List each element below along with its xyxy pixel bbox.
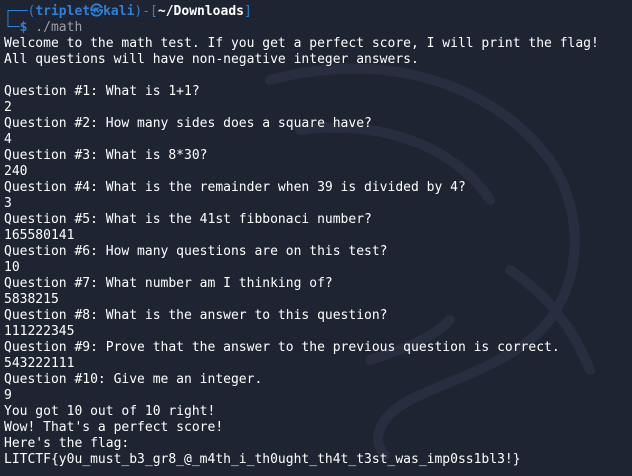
output-line: All questions will have non-negative int… [4,52,419,67]
prompt-bracket-end: ] [243,4,252,19]
output-line: Question #5: What is the 41st fibbonaci … [4,212,372,227]
output-line: Welcome to the math test. If you get a p… [4,36,599,51]
output-line: Question #6: How many questions are on t… [4,244,388,259]
terminal-window[interactable]: ┌──(triplet㉿kali)-[~/Downloads] └─$ ./ma… [0,0,632,476]
output-line: Question #4: What is the remainder when … [4,180,466,195]
prompt-separator: )-[ [134,4,158,19]
output-line: Wow! That's a perfect score! [4,420,224,435]
prompt-box-top-left: ┌──( [4,4,36,19]
output-line-blank [4,68,632,84]
terminal-output: ┌──(triplet㉿kali)-[~/Downloads] └─$ ./ma… [4,4,632,468]
output-line: Question #2: How many sides does a squar… [4,116,372,131]
output-line: You got 10 out of 10 right! [4,404,216,419]
output-line: 165580141 [4,228,75,243]
prompt-path: ~/Downloads [157,4,244,19]
prompt-line-1: ┌──(triplet㉿kali)-[~/Downloads] [4,4,632,20]
output-line: 5838215 [4,292,59,307]
output-line: 10 [4,260,20,275]
command-text: ./math [27,20,83,35]
output-line: Question #3: What is 8*30? [4,148,208,163]
output-line: Question #8: What is the answer to this … [4,308,388,323]
flag-line: LITCTF{y0u_must_b3_gr8_@_m4th_i_th0ught_… [4,452,521,467]
prompt-user-host: triplet㉿kali [35,4,135,19]
output-line: Here's the flag: [4,436,130,451]
output-line: Question #7: What number am I thinking o… [4,276,333,291]
output-line: Question #10: Give me an integer. [4,372,263,387]
output-line: 240 [4,164,28,179]
output-line: 3 [4,196,12,211]
prompt-line-2: └─$ ./math [4,20,632,36]
output-line: 543222111 [4,356,75,371]
output-line: 2 [4,100,12,115]
output-line: Question #9: Prove that the answer to th… [4,340,560,355]
prompt-box-bottom: └─ [4,20,20,35]
output-line: 9 [4,388,12,403]
output-line: Question #1: What is 1+1? [4,84,200,99]
output-line: 4 [4,132,12,147]
output-line: 111222345 [4,324,75,339]
